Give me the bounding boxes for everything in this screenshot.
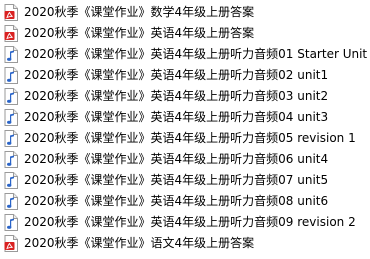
audio-file-icon [4,151,18,168]
file-name: 2020秋季《课堂作业》语文4年级上册答案 [24,236,255,250]
audio-file-icon [4,172,18,189]
file-row[interactable]: 2020秋季《课堂作业》英语4年级上册听力音频05 revision 1 [0,128,370,149]
file-name: 2020秋季《课堂作业》英语4年级上册听力音频06 unit4 [24,152,329,166]
file-row[interactable]: 2020秋季《课堂作业》英语4年级上册听力音频06 unit4 [0,149,370,170]
pdf-icon [4,25,18,42]
pdf-icon [4,235,18,252]
file-name: 2020秋季《课堂作业》英语4年级上册听力音频02 unit1 [24,68,329,82]
file-row[interactable]: 2020秋季《课堂作业》英语4年级上册听力音频07 unit5 [0,170,370,191]
file-row[interactable]: 2020秋季《课堂作业》语文4年级上册答案 [0,233,370,254]
audio-file-icon [4,109,18,126]
audio-file-icon [4,193,18,210]
file-name: 2020秋季《课堂作业》英语4年级上册听力音频07 unit5 [24,173,329,187]
audio-file-icon [4,67,18,84]
audio-file-icon [4,88,18,105]
file-name: 2020秋季《课堂作业》英语4年级上册听力音频05 revision 1 [24,131,356,145]
audio-file-icon [4,214,18,231]
file-name: 2020秋季《课堂作业》数学4年级上册答案 [24,5,255,19]
file-row[interactable]: 2020秋季《课堂作业》英语4年级上册听力音频04 unit3 [0,107,370,128]
file-name: 2020秋季《课堂作业》英语4年级上册答案 [24,26,255,40]
pdf-icon [4,4,18,21]
file-name: 2020秋季《课堂作业》英语4年级上册听力音频01 Starter Unit [24,47,368,61]
file-row[interactable]: 2020秋季《课堂作业》英语4年级上册听力音频02 unit1 [0,65,370,86]
file-row[interactable]: 2020秋季《课堂作业》英语4年级上册听力音频03 unit2 [0,86,370,107]
file-row[interactable]: 2020秋季《课堂作业》英语4年级上册听力音频08 unit6 [0,191,370,212]
file-name: 2020秋季《课堂作业》英语4年级上册听力音频09 revision 2 [24,215,356,229]
audio-file-icon [4,46,18,63]
file-name: 2020秋季《课堂作业》英语4年级上册听力音频08 unit6 [24,194,329,208]
file-row[interactable]: 2020秋季《课堂作业》英语4年级上册听力音频01 Starter Unit [0,44,370,65]
file-name: 2020秋季《课堂作业》英语4年级上册听力音频03 unit2 [24,89,329,103]
audio-file-icon [4,130,18,147]
file-row[interactable]: 2020秋季《课堂作业》数学4年级上册答案 [0,2,370,23]
file-list: 2020秋季《课堂作业》数学4年级上册答案 2020秋季《课堂作业》英语4年级上… [0,0,370,259]
file-row[interactable]: 2020秋季《课堂作业》英语4年级上册听力音频09 revision 2 [0,212,370,233]
file-name: 2020秋季《课堂作业》英语4年级上册听力音频04 unit3 [24,110,329,124]
file-row[interactable]: 2020秋季《课堂作业》英语4年级上册答案 [0,23,370,44]
